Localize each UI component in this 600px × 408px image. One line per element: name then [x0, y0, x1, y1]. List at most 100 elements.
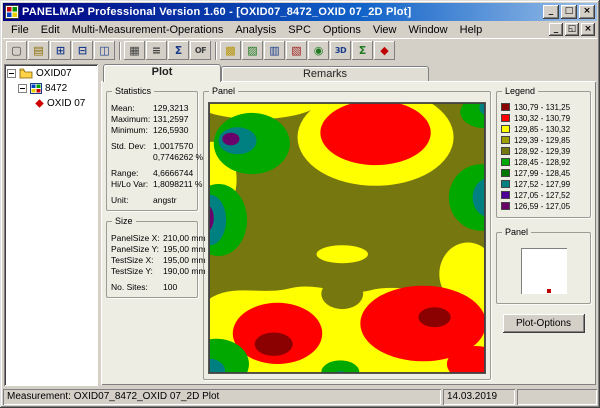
multi-plot-icon[interactable]: ▧	[286, 41, 307, 60]
copy-view-icon[interactable]: ◫	[94, 41, 115, 60]
collapse-icon[interactable]	[18, 84, 27, 93]
surface-plot-icon[interactable]: ▨	[242, 41, 263, 60]
center-column: Panel	[203, 86, 491, 380]
size-row: PanelSize Y: 195,00 mm	[111, 243, 206, 254]
tab-plot[interactable]: Plot	[103, 64, 221, 82]
panel-grid-icon	[30, 83, 42, 94]
status-extra-cell	[517, 389, 597, 405]
legend-color-swatch	[501, 158, 510, 166]
tree-item-8472[interactable]: 8472	[5, 81, 97, 96]
close-button[interactable]: ×	[579, 5, 595, 19]
view-3d-icon[interactable]: 3D	[330, 41, 351, 60]
mdi-minimize-button[interactable]: _	[549, 23, 563, 36]
stat-row: Hi/Lo Var: 1,8098211 %	[111, 178, 203, 189]
toolbar-separator	[119, 41, 121, 60]
tab-remarks[interactable]: Remarks	[221, 66, 429, 82]
bar-chart-icon[interactable]: ▥	[264, 41, 285, 60]
stat-row: Range: 4,6666744	[111, 167, 194, 178]
legend-entry: 130,79 - 131,25	[501, 102, 586, 112]
sum-table-icon[interactable]: Σ	[168, 41, 189, 60]
new-window-icon[interactable]: ⊞	[50, 41, 71, 60]
legend-color-swatch	[501, 103, 510, 111]
measurement-tree: OXID07 8472 OXID 07	[4, 64, 98, 386]
window-title: PANELMAP Professional Version 1.60 - [OX…	[22, 6, 412, 18]
legend-color-swatch	[501, 191, 510, 199]
of-view-icon[interactable]: OF	[190, 41, 211, 60]
stat-row: Mean: 129,3213	[111, 102, 189, 113]
legend-color-swatch	[501, 202, 510, 210]
measurement-dot-icon	[35, 99, 44, 108]
statistics-groupbox: Statistics Mean: 129,3213 Maximum: 131,2…	[106, 86, 204, 211]
stat-row: Maximum: 131,2597	[111, 113, 189, 124]
tree-item-oxid-07[interactable]: OXID 07	[5, 96, 97, 111]
open-folder-icon[interactable]: ▤	[28, 41, 49, 60]
menu-edit[interactable]: Edit	[35, 23, 66, 37]
mdi-restore-button[interactable]: ◱	[565, 23, 579, 36]
menu-file[interactable]: File	[5, 23, 35, 37]
panel-minimap-title: Panel	[502, 227, 532, 238]
size-row: PanelSize X: 210,00 mm	[111, 232, 206, 243]
legend-entry: 130,32 - 130,79	[501, 113, 586, 123]
legend-groupbox: Legend 130,79 - 131,25 130,32 - 130,79 1…	[496, 86, 591, 218]
menu-multi-measurement-operations[interactable]: Multi-Measurement-Operations	[66, 23, 230, 37]
panel-plot-title: Panel	[209, 86, 239, 97]
menu-spc[interactable]: SPC	[282, 23, 317, 37]
tile-windows-icon[interactable]: ⊟	[72, 41, 93, 60]
stat-row: 0,7746262 %	[153, 151, 204, 162]
menu-analysis[interactable]: Analysis	[229, 23, 282, 37]
legend-color-swatch	[501, 125, 510, 133]
mdi-window-buttons: _ ◱ ×	[547, 23, 595, 36]
menu-view[interactable]: View	[367, 23, 403, 37]
legend-entry: 128,45 - 128,92	[501, 157, 586, 167]
title-bar: PANELMAP Professional Version 1.60 - [OX…	[3, 3, 597, 21]
legend-entry: 129,39 - 129,85	[501, 135, 586, 145]
menu-window[interactable]: Window	[403, 23, 454, 37]
menu-bar: File Edit Multi-Measurement-Operations A…	[3, 21, 597, 38]
size-row: TestSize X: 195,00 mm	[111, 254, 206, 265]
size-title: Size	[112, 216, 136, 227]
stat-row: Std. Dev: 1,0017570	[111, 140, 194, 151]
menu-options[interactable]: Options	[317, 23, 367, 37]
size-row: No. Sites: 100	[111, 281, 178, 292]
status-bar: Measurement: OXID07_8472_OXID 07_2D Plot…	[3, 387, 597, 405]
plot-tab-page: Statistics Mean: 129,3213 Maximum: 131,2…	[101, 81, 596, 385]
new-document-icon[interactable]: ▢	[6, 41, 27, 60]
maximize-button[interactable]: □	[561, 5, 577, 19]
legend-entry: 129,85 - 130,32	[501, 124, 586, 134]
tree-label-root: OXID07	[36, 68, 72, 79]
panel-plot-groupbox: Panel	[203, 86, 491, 380]
tree-item-oxid07[interactable]: OXID07	[5, 66, 97, 81]
sigma-chart-icon[interactable]: Σ	[352, 41, 373, 60]
tab-strip: Plot Remarks	[101, 64, 596, 82]
content-area: OXID07 8472 OXID 07 Plot Remarks Statist…	[3, 62, 597, 387]
stat-row: Minimum: 126,5930	[111, 124, 189, 135]
plot-options-button[interactable]: Plot-Options	[502, 314, 585, 333]
status-date: 14.03.2019	[443, 389, 515, 405]
legend-entry: 128,92 - 129,39	[501, 146, 586, 156]
trend-chart-icon[interactable]: ◆	[374, 41, 395, 60]
data-table-icon[interactable]: ▦	[124, 41, 145, 60]
panel-minimap-groupbox: Panel	[496, 227, 591, 304]
tree-label-leaf: OXID 07	[47, 98, 86, 109]
target-view-icon[interactable]: ◉	[308, 41, 329, 60]
size-row: TestSize Y: 190,00 mm	[111, 265, 206, 276]
tree-label-child: 8472	[45, 83, 68, 94]
color-map-icon[interactable]: ▩	[220, 41, 241, 60]
minimize-button[interactable]: _	[543, 5, 559, 19]
toolbar-separator	[215, 41, 217, 60]
mdi-close-button[interactable]: ×	[581, 23, 595, 36]
folder-icon	[19, 68, 33, 79]
statistics-title: Statistics	[112, 86, 155, 97]
contour-plot[interactable]	[209, 103, 485, 373]
menu-help[interactable]: Help	[454, 23, 489, 37]
value-list-icon[interactable]: ≡	[146, 41, 167, 60]
size-groupbox: Size PanelSize X: 210,00 mm PanelSize Y:…	[106, 216, 206, 298]
app-window: PANELMAP Professional Version 1.60 - [OX…	[0, 0, 600, 408]
plot-frame	[208, 102, 486, 374]
panel-minimap[interactable]	[520, 247, 567, 294]
legend-entry: 127,99 - 128,45	[501, 168, 586, 178]
legend-color-swatch	[501, 114, 510, 122]
legend-entry: 126,59 - 127,05	[501, 201, 586, 211]
left-column: Statistics Mean: 129,3213 Maximum: 131,2…	[106, 86, 206, 380]
collapse-icon[interactable]	[7, 69, 16, 78]
